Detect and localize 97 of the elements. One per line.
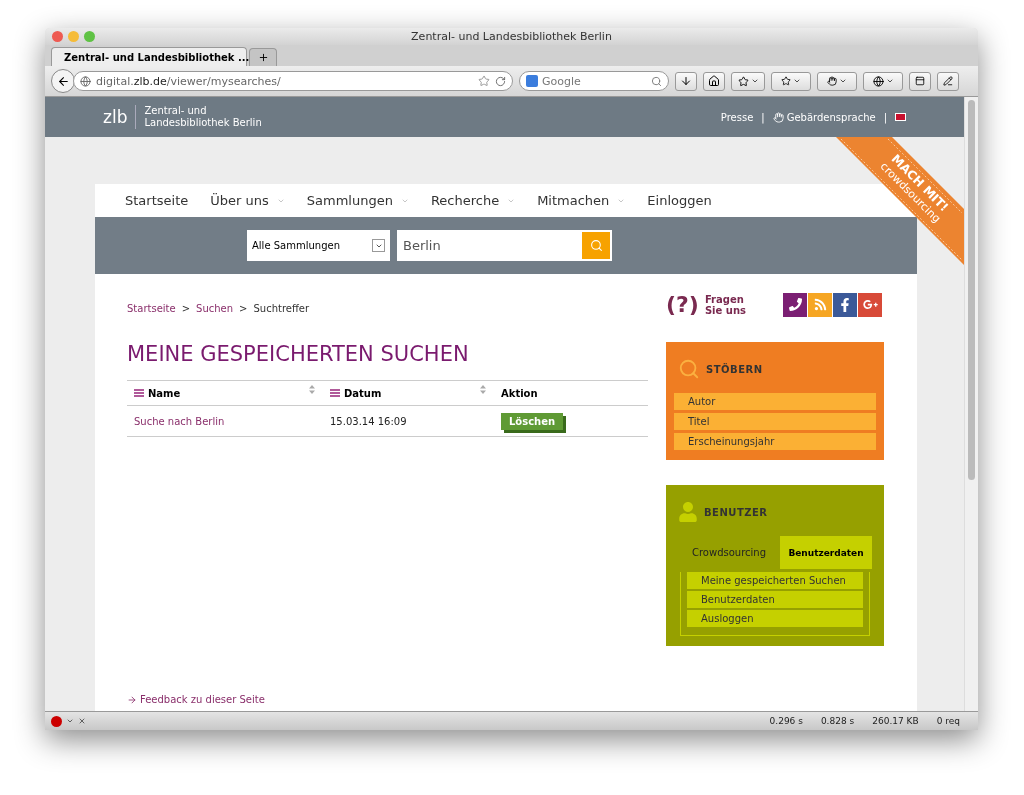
status-text: 0 req xyxy=(936,716,960,726)
status-text: 0.828 s xyxy=(820,716,855,726)
column-header[interactable]: Datum xyxy=(323,381,494,405)
arrow-down-icon xyxy=(680,75,692,87)
home-icon xyxy=(708,75,720,87)
plus-icon xyxy=(257,52,269,63)
window-title: Zentral- und Landesbibliothek Berlin xyxy=(411,30,612,43)
star-icon[interactable] xyxy=(478,75,490,87)
logo-mark: zlb xyxy=(103,107,128,127)
logo-text: Zentral- und Landesbibliothek Berlin xyxy=(135,105,262,129)
collection-select[interactable]: Alle Sammlungen xyxy=(247,230,390,261)
url-text: digital.zlb.de/viewer/mysearches/ xyxy=(96,74,282,88)
user-link[interactable]: Ausloggen xyxy=(687,610,863,627)
user-link[interactable]: Meine gespeicherten Suchen xyxy=(687,572,863,589)
breadcrumb-link[interactable]: Suchen xyxy=(196,303,234,314)
page-heading: MEINE GESPEICHERTEN SUCHEN xyxy=(127,342,470,366)
user-link[interactable]: Benutzerdaten xyxy=(687,591,863,608)
bookmark-button[interactable] xyxy=(731,71,765,91)
caret-icon xyxy=(839,77,847,85)
panel-tab[interactable]: Crowdsourcing xyxy=(678,536,780,569)
link-text: Feedback zu dieser Seite xyxy=(140,694,265,705)
address-field[interactable]: digital.zlb.de/viewer/mysearches/ xyxy=(73,71,513,91)
arrow-left-icon xyxy=(56,74,70,88)
nav-link[interactable]: Mitmachen xyxy=(537,193,626,208)
hand-button[interactable] xyxy=(817,71,857,91)
panel-icon xyxy=(915,76,925,86)
star-icon xyxy=(781,76,791,86)
sort-arrows-icon xyxy=(309,385,315,394)
search-engine-icon xyxy=(526,75,538,87)
column-header[interactable]: Name xyxy=(127,381,323,405)
browse-link[interactable]: Erscheinungsjahr xyxy=(674,433,876,450)
feedback-link[interactable]: Feedback zu dieser Seite xyxy=(127,694,648,705)
new-tab-button[interactable] xyxy=(249,48,277,66)
status-text: 0.296 s xyxy=(769,716,803,726)
header-link[interactable]: Presse xyxy=(720,111,754,123)
hand-icon xyxy=(772,111,784,123)
breadcrumb-text: Suchtreffer xyxy=(253,303,310,314)
help-link[interactable]: Fragen Sie uns xyxy=(704,293,746,316)
caret-icon xyxy=(750,77,759,85)
globe-button[interactable] xyxy=(863,71,903,91)
column-header: Aktion xyxy=(500,386,539,401)
nav-link[interactable]: Einloggen xyxy=(647,193,712,208)
close-icon[interactable] xyxy=(78,717,86,725)
browse-link[interactable]: Titel xyxy=(674,413,876,430)
browse-link[interactable]: Autor xyxy=(674,393,876,410)
flag-icon[interactable] xyxy=(895,113,906,121)
pencil-icon xyxy=(943,76,953,86)
star-icon xyxy=(737,75,749,87)
nav-link[interactable]: Recherche xyxy=(430,193,516,208)
breadcrumb-separator: > xyxy=(181,303,191,314)
adblock-icon[interactable] xyxy=(51,715,62,727)
breadcrumb-separator: > xyxy=(239,303,248,314)
close-button[interactable] xyxy=(52,31,63,42)
help-mark: (?) xyxy=(666,292,699,317)
nav-link[interactable]: Startseite xyxy=(125,193,189,208)
search-icon xyxy=(651,75,662,87)
user-icon xyxy=(678,502,698,522)
status-text: 260.17 KB xyxy=(872,716,919,726)
separator-text: | xyxy=(761,111,765,123)
separator-text: | xyxy=(883,111,887,123)
download-button[interactable] xyxy=(675,71,697,91)
panel-title: STÖBERN xyxy=(706,363,763,375)
breadcrumb-link[interactable]: Startseite xyxy=(127,303,176,314)
notes-button[interactable] xyxy=(937,71,959,91)
back-button[interactable] xyxy=(51,69,75,93)
facebook-icon xyxy=(838,297,852,312)
hand-icon xyxy=(827,76,837,86)
search-field[interactable]: Berlin xyxy=(397,230,612,261)
caret-icon xyxy=(885,77,894,85)
caret-icon xyxy=(372,239,385,252)
phone-button[interactable] xyxy=(783,292,807,317)
globe-icon xyxy=(872,75,884,87)
panel-tab[interactable]: Benutzerdaten xyxy=(780,536,872,569)
web-search-field[interactable]: Google xyxy=(519,71,669,91)
sort-arrows-icon xyxy=(480,385,486,394)
search-placeholder: Google xyxy=(542,74,582,88)
search-link[interactable]: Suche nach Berlin xyxy=(134,415,225,427)
nav-link[interactable]: Sammlungen xyxy=(306,193,409,208)
home-button[interactable] xyxy=(703,71,725,91)
panel-button[interactable] xyxy=(909,71,931,91)
phone-icon xyxy=(788,298,802,311)
google-plus-icon xyxy=(862,297,878,312)
arrow-right-icon xyxy=(127,694,137,705)
caret-icon xyxy=(793,77,801,85)
magnifier-icon xyxy=(678,358,700,380)
caret-icon[interactable] xyxy=(66,717,74,725)
google-plus-button[interactable] xyxy=(858,292,882,317)
nav-link[interactable]: Über uns xyxy=(210,193,285,208)
globe-icon xyxy=(80,75,91,87)
search-icon xyxy=(589,239,603,252)
reload-icon[interactable] xyxy=(495,75,506,87)
panel-title: BENUTZER xyxy=(704,506,768,518)
browser-tab[interactable]: Zentral- und Landesbibliothek ... xyxy=(51,47,247,66)
facebook-button[interactable] xyxy=(833,292,857,317)
extension-button[interactable] xyxy=(771,71,811,91)
rss-icon xyxy=(813,298,827,311)
table-cell-text: 15.03.14 16:09 xyxy=(329,414,408,429)
